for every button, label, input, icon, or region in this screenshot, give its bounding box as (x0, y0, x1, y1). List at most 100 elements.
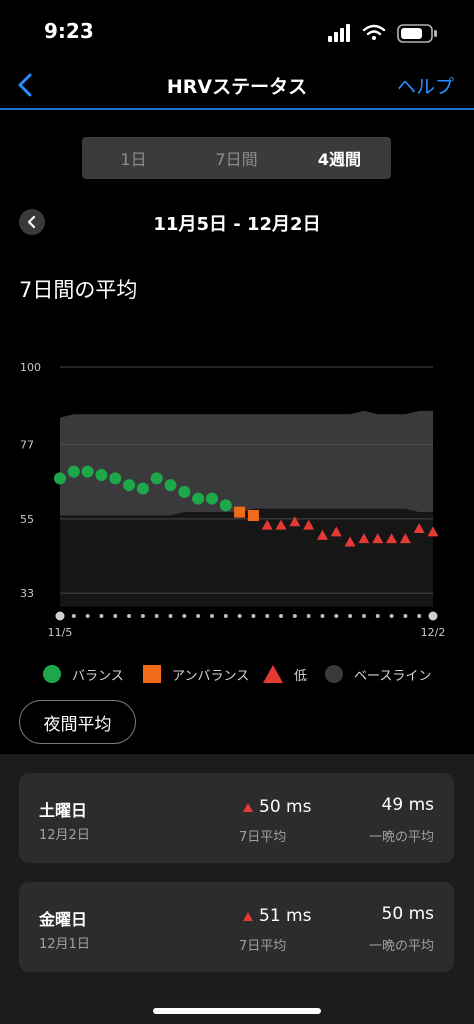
x-axis-dot (237, 614, 242, 618)
x-axis-dot (361, 614, 366, 618)
green-circle-icon (43, 665, 61, 683)
balanced-point (81, 465, 94, 478)
segment-1-day[interactable]: 1日 (82, 137, 185, 179)
x-axis-dot (334, 614, 339, 618)
x-axis-dot (182, 614, 187, 618)
segment-7-days[interactable]: 7日間 (185, 137, 288, 179)
x-axis-end-dot (55, 611, 65, 621)
x-axis-dot (113, 614, 118, 618)
segment-4-weeks[interactable]: 4週間 (288, 137, 391, 179)
chart-x-axis (55, 611, 438, 621)
night-average-button[interactable]: 夜間平均 (19, 700, 136, 744)
unbalanced-point (234, 506, 246, 518)
x-axis-dot (279, 614, 284, 618)
x-axis-end-dot (428, 611, 438, 621)
seven-day-value: 50 ms (243, 797, 311, 817)
legend-low: 低 (262, 660, 307, 688)
x-axis-end-label: 12/2 (421, 626, 446, 639)
seven-day-label: 7日平均 (239, 830, 287, 845)
legend-label: ベースライン (354, 668, 432, 684)
x-axis-dot (99, 614, 104, 618)
x-axis-dot (320, 614, 325, 618)
x-axis-dot (348, 614, 353, 618)
daily-list: 土曜日 12月2日 50 ms 7日平均 49 ms 一晩の平均 金曜日 12月… (0, 754, 474, 1024)
balanced-point (67, 465, 80, 478)
balanced-point (219, 499, 232, 512)
hrv-chart: 100 77 55 33 11/5 12/2 (20, 361, 446, 639)
seven-day-label: 7日平均 (239, 939, 287, 954)
x-axis-dot (85, 614, 90, 618)
baseline-bands (60, 410, 433, 607)
x-axis-dot (403, 614, 408, 618)
gray-circle-icon (325, 665, 343, 683)
night-label: 一晩の平均 (368, 830, 434, 845)
low-triangle-icon (243, 911, 253, 921)
card-date: 12月1日 (39, 937, 90, 952)
x-axis-start-label: 11/5 (48, 626, 73, 639)
x-axis-dot (265, 614, 270, 618)
x-axis-dot (71, 614, 76, 618)
legend-balanced: バランス (42, 660, 124, 688)
x-axis-dot (127, 614, 132, 618)
x-axis-dot (389, 614, 394, 618)
battery-icon (397, 24, 437, 43)
unbalanced-point (247, 510, 259, 521)
y-tick-label: 33 (20, 587, 34, 600)
balanced-point (164, 479, 177, 492)
legend-label: バランス (72, 668, 124, 684)
wifi-icon (362, 24, 386, 40)
legend-label: アンバランス (172, 668, 250, 684)
x-axis-dot (168, 614, 173, 618)
day-card[interactable]: 土曜日 12月2日 50 ms 7日平均 49 ms 一晩の平均 (19, 773, 454, 863)
x-axis-dot (292, 614, 297, 618)
balanced-point (205, 492, 218, 505)
status-time: 9:23 (44, 19, 94, 43)
legend-baseline: ベースライン (324, 660, 431, 688)
seven-day-value-text: 50 ms (259, 797, 312, 817)
home-indicator[interactable] (153, 1008, 321, 1014)
status-icons (328, 24, 437, 43)
section-title: 7日間の平均 (19, 278, 138, 302)
balanced-point (123, 479, 136, 492)
status-bar: 9:23 (0, 0, 474, 64)
chart-legend: バランス アンバランス 低 ベースライン (42, 660, 462, 688)
orange-square-icon (143, 665, 161, 683)
x-axis-dot (306, 614, 311, 618)
x-axis-dot (140, 614, 145, 618)
y-tick-label: 55 (20, 513, 34, 526)
x-axis-dot (375, 614, 380, 618)
x-axis-dot (209, 614, 214, 618)
below-baseline-area (60, 508, 433, 607)
nav-bar: HRVステータス ヘルプ (0, 64, 474, 110)
period-segmented-control: 1日 7日間 4週間 (82, 137, 391, 179)
seven-day-value-text: 51 ms (259, 906, 312, 926)
x-axis-dot (417, 614, 422, 618)
x-axis-dot (251, 614, 256, 618)
red-triangle-icon (263, 665, 283, 683)
balanced-point (95, 469, 108, 481)
card-day: 金曜日 (39, 910, 88, 929)
night-label: 一晩の平均 (368, 939, 434, 954)
seven-day-value: 51 ms (243, 906, 311, 926)
balanced-point (136, 482, 149, 495)
legend-unbalanced: アンバランス (142, 660, 249, 688)
help-link[interactable]: ヘルプ (397, 72, 454, 99)
balanced-point (192, 492, 205, 505)
balanced-point (109, 472, 122, 485)
balanced-point (150, 472, 163, 485)
card-day: 土曜日 (39, 801, 88, 820)
y-tick-label: 100 (20, 361, 41, 374)
day-card[interactable]: 金曜日 12月1日 51 ms 7日平均 50 ms 一晩の平均 (19, 882, 454, 972)
low-triangle-icon (243, 802, 253, 812)
date-range-title: 11月5日 - 12月2日 (153, 214, 321, 235)
y-tick-label: 77 (20, 439, 34, 452)
legend-label: 低 (294, 668, 308, 684)
signal-icon (328, 24, 350, 42)
balanced-point (54, 472, 66, 485)
balanced-point (178, 485, 191, 498)
card-date: 12月2日 (39, 828, 90, 843)
x-axis-dot (223, 614, 228, 618)
night-value: 50 ms (381, 904, 434, 924)
x-axis-dot (196, 614, 201, 618)
baseline-band (60, 410, 433, 516)
